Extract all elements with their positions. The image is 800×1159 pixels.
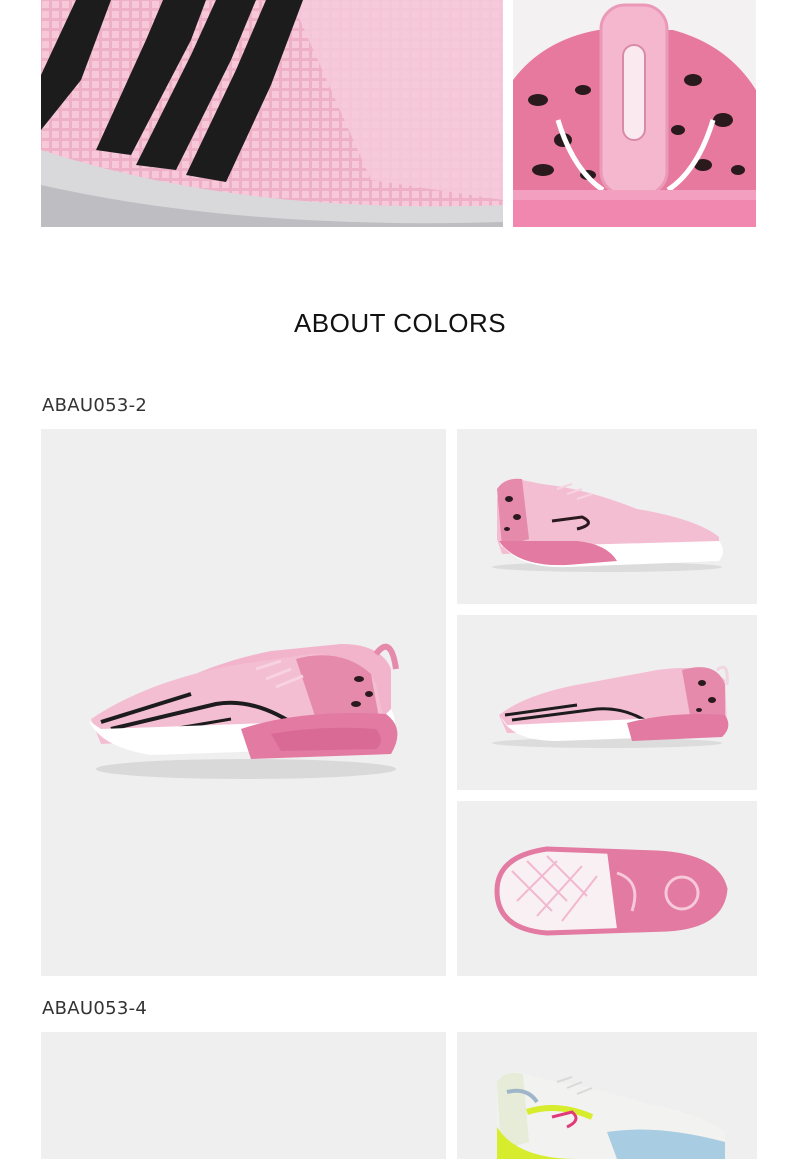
variant-code-label: ABAU053-4	[42, 998, 148, 1019]
section-title: ABOUT COLORS	[293, 308, 507, 338]
shoe-lime-thumbnail[interactable]	[457, 1032, 757, 1159]
variant-code-label: ABAU053-2	[42, 395, 148, 416]
closeup-upper-image	[41, 0, 503, 227]
shoe-medial-thumbnail[interactable]	[457, 615, 757, 790]
closeup-heel-image	[513, 0, 756, 227]
shoe-pair-main-image[interactable]	[41, 429, 446, 976]
shoe-lateral-thumbnail[interactable]	[457, 429, 757, 604]
shoe-outsole-thumbnail[interactable]	[457, 801, 757, 976]
shoe-variant-main-image[interactable]	[41, 1032, 446, 1159]
